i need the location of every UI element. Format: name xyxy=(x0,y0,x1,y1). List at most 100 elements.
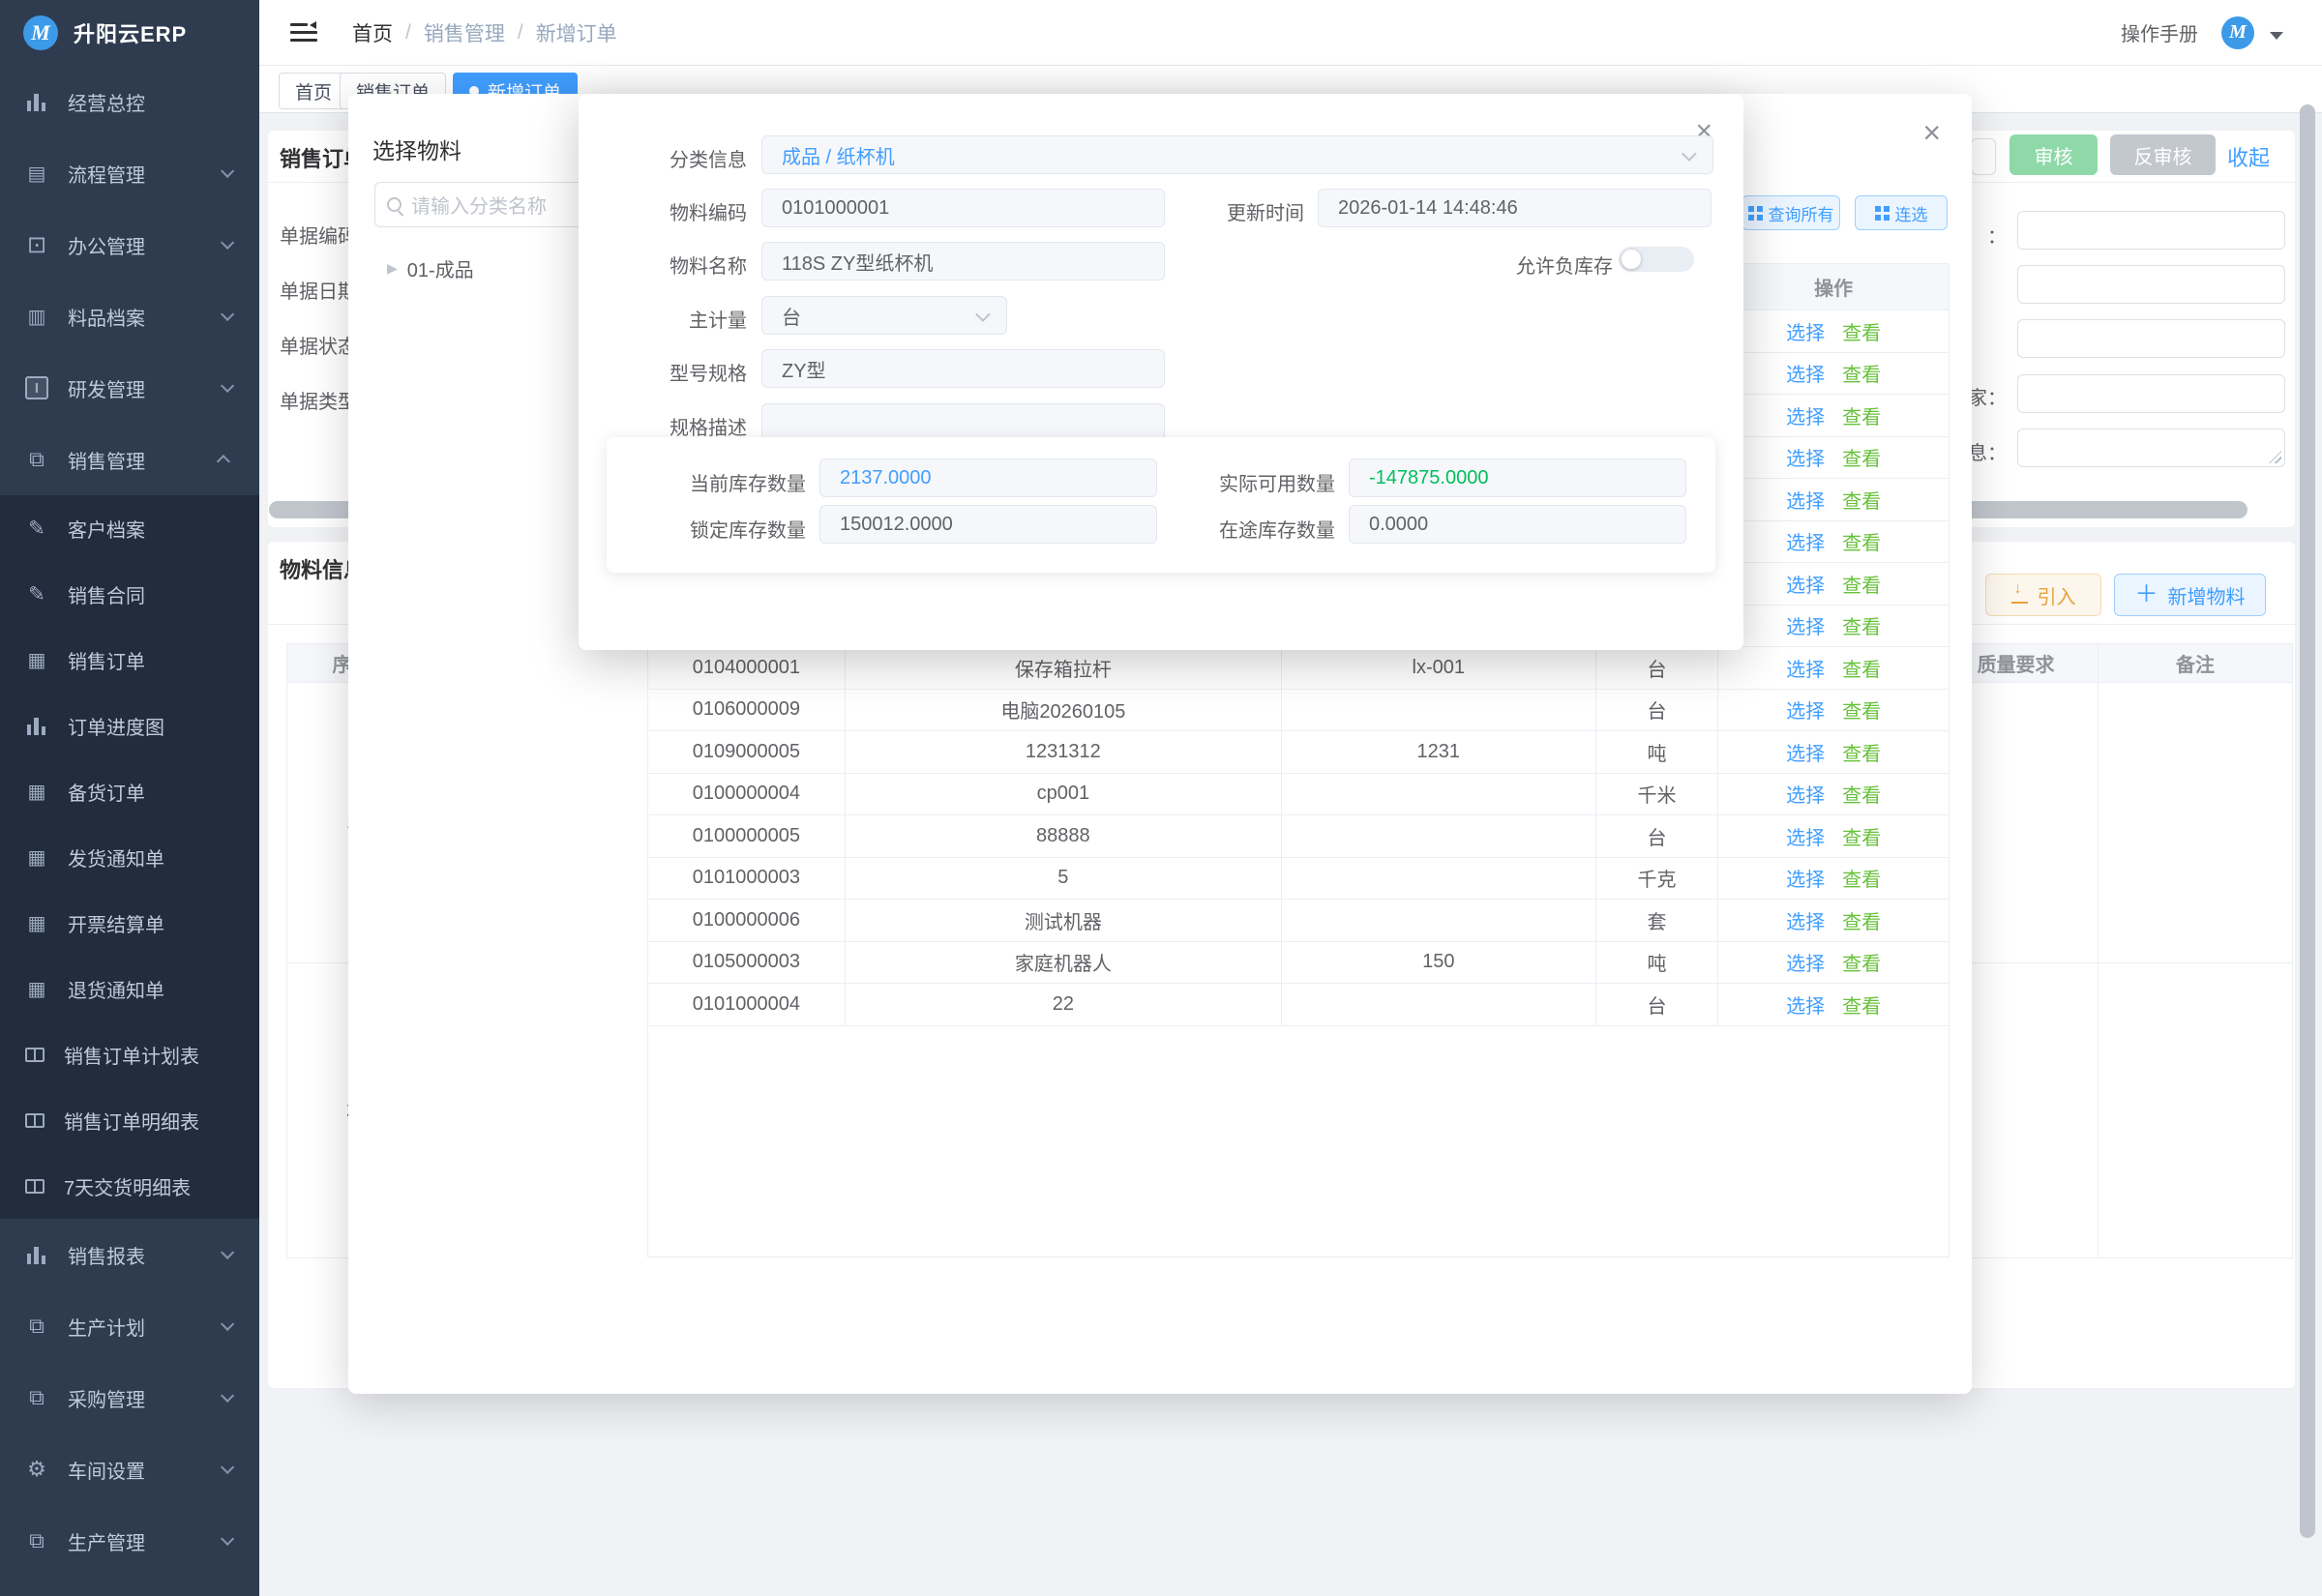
sidebar-item-生产计划[interactable]: 生产计划 xyxy=(0,1290,259,1362)
specdesc-input[interactable] xyxy=(761,403,1165,442)
picker-row[interactable]: 010100000422台选择查看 xyxy=(648,984,1949,1026)
sidebar-item-发货通知单[interactable]: 发货通知单 xyxy=(0,824,259,890)
sidebar-item-销售订单[interactable]: 销售订单 xyxy=(0,627,259,693)
user-menu-caret-icon[interactable] xyxy=(2270,32,2283,40)
select-link[interactable]: 选择 xyxy=(1786,822,1825,850)
view-link[interactable]: 查看 xyxy=(1842,570,1881,598)
sidebar-item-hidden[interactable] xyxy=(0,1577,259,1596)
select-link[interactable]: 选择 xyxy=(1786,695,1825,724)
close-icon[interactable]: × xyxy=(1922,117,1941,148)
view-link[interactable]: 查看 xyxy=(1842,780,1881,808)
select-link[interactable]: 选择 xyxy=(1786,486,1825,514)
right-form-input[interactable] xyxy=(2017,265,2285,304)
picker-row[interactable]: 01010000035千克选择查看 xyxy=(648,858,1949,901)
sidebar-item-办公管理[interactable]: 办公管理 xyxy=(0,209,259,281)
vertical-scrollbar-thumb[interactable] xyxy=(2300,104,2315,1538)
updated-input[interactable]: 2026-01-14 14:48:46 xyxy=(1318,189,1712,227)
picker-row[interactable]: 0104000001保存箱拉杆lx-001台选择查看 xyxy=(648,647,1949,690)
view-link[interactable]: 查看 xyxy=(1842,695,1881,724)
breadcrumb-item[interactable]: 首页 xyxy=(352,18,393,47)
collapse-sidebar-icon[interactable] xyxy=(290,22,317,44)
select-link[interactable]: 选择 xyxy=(1786,864,1825,892)
select-link[interactable]: 选择 xyxy=(1786,401,1825,429)
view-link[interactable]: 查看 xyxy=(1842,822,1881,850)
right-form-input[interactable] xyxy=(2017,211,2285,250)
add-material-button[interactable]: ＋ 新增物料 xyxy=(2114,574,2266,616)
select-link[interactable]: 选择 xyxy=(1786,359,1825,387)
select-link[interactable]: 选择 xyxy=(1786,906,1825,934)
multi-select-button[interactable]: 连选 xyxy=(1855,195,1948,230)
available-stock-input[interactable]: -147875.0000 xyxy=(1349,458,1686,497)
audit-button[interactable]: 审核 xyxy=(2009,134,2098,175)
category-select[interactable]: 成品 / 纸杯机 xyxy=(761,135,1713,174)
sidebar-item-料品档案[interactable]: 料品档案 xyxy=(0,281,259,352)
select-link[interactable]: 选择 xyxy=(1786,443,1825,471)
locked-stock-input[interactable]: 150012.0000 xyxy=(819,505,1157,544)
select-link[interactable]: 选择 xyxy=(1786,570,1825,598)
sidebar-item-销售管理[interactable]: 销售管理 xyxy=(0,424,259,495)
manual-link[interactable]: 操作手册 xyxy=(2121,18,2198,46)
view-link[interactable]: 查看 xyxy=(1842,611,1881,639)
collapse-link[interactable]: 收起 xyxy=(2227,141,2270,172)
view-link[interactable]: 查看 xyxy=(1842,527,1881,555)
sidebar-item-销售合同[interactable]: 销售合同 xyxy=(0,561,259,627)
unaudit-button[interactable]: 反审核 xyxy=(2110,134,2216,175)
sidebar-item-研发管理[interactable]: 研发管理 xyxy=(0,352,259,424)
sidebar-item-7天交货明细表[interactable]: 7天交货明细表 xyxy=(0,1153,259,1219)
sidebar-item-订单进度图[interactable]: 订单进度图 xyxy=(0,693,259,758)
sidebar-item-退货通知单[interactable]: 退货通知单 xyxy=(0,956,259,1021)
picker-row[interactable]: 0106000009电脑20260105台选择查看 xyxy=(648,690,1949,732)
sidebar-item-备货订单[interactable]: 备货订单 xyxy=(0,758,259,824)
right-form-textarea[interactable] xyxy=(2017,429,2285,467)
order-header-input-fragment[interactable] xyxy=(1971,138,1996,175)
sidebar-item-销售订单明细表[interactable]: 销售订单明细表 xyxy=(0,1087,259,1153)
view-link[interactable]: 查看 xyxy=(1842,486,1881,514)
sidebar-item-流程管理[interactable]: 流程管理 xyxy=(0,137,259,209)
select-link[interactable]: 选择 xyxy=(1786,990,1825,1019)
view-link[interactable]: 查看 xyxy=(1842,317,1881,345)
sidebar-item-客户档案[interactable]: 客户档案 xyxy=(0,495,259,561)
view-link[interactable]: 查看 xyxy=(1842,443,1881,471)
picker-row[interactable]: 0105000003家庭机器人150吨选择查看 xyxy=(648,942,1949,985)
view-link[interactable]: 查看 xyxy=(1842,738,1881,766)
avatar[interactable]: M xyxy=(2221,16,2254,49)
code-input[interactable]: 0101000001 xyxy=(761,189,1165,227)
picker-row[interactable]: 010900000512313121231吨选择查看 xyxy=(648,731,1949,774)
sidebar-item-经营总控[interactable]: 经营总控 xyxy=(0,66,259,137)
sidebar-item-销售报表[interactable]: 销售报表 xyxy=(0,1219,259,1290)
view-link[interactable]: 查看 xyxy=(1842,359,1881,387)
import-button[interactable]: 引入 xyxy=(1985,574,2101,616)
select-link[interactable]: 选择 xyxy=(1786,317,1825,345)
transit-stock-input[interactable]: 0.0000 xyxy=(1349,505,1686,544)
picker-row[interactable]: 010000000588888台选择查看 xyxy=(648,815,1949,858)
view-link[interactable]: 查看 xyxy=(1842,906,1881,934)
sidebar-item-生产管理[interactable]: 生产管理 xyxy=(0,1505,259,1577)
view-link[interactable]: 查看 xyxy=(1842,990,1881,1019)
select-link[interactable]: 选择 xyxy=(1786,780,1825,808)
current-stock-input[interactable]: 2137.0000 xyxy=(819,458,1157,497)
view-link[interactable]: 查看 xyxy=(1842,654,1881,682)
select-link[interactable]: 选择 xyxy=(1786,948,1825,976)
sidebar-item-销售订单计划表[interactable]: 销售订单计划表 xyxy=(0,1021,259,1087)
tab-首页[interactable]: 首页 xyxy=(279,73,348,109)
unit-select[interactable]: 台 xyxy=(761,296,1007,335)
query-all-button[interactable]: 查询所有 xyxy=(1742,195,1840,230)
name-input[interactable]: 118S ZY型纸杯机 xyxy=(761,242,1165,281)
view-link[interactable]: 查看 xyxy=(1842,864,1881,892)
right-form-input[interactable] xyxy=(2017,319,2285,358)
picker-row[interactable]: 0100000004cp001千米选择查看 xyxy=(648,774,1949,816)
select-link[interactable]: 选择 xyxy=(1786,527,1825,555)
sidebar-item-采购管理[interactable]: 采购管理 xyxy=(0,1362,259,1433)
sidebar-item-开票结算单[interactable]: 开票结算单 xyxy=(0,890,259,956)
select-link[interactable]: 选择 xyxy=(1786,654,1825,682)
tree-node-finished-goods[interactable]: ▶ 01-成品 xyxy=(387,254,474,282)
select-link[interactable]: 选择 xyxy=(1786,738,1825,766)
sidebar-item-车间设置[interactable]: 车间设置 xyxy=(0,1433,259,1505)
select-link[interactable]: 选择 xyxy=(1786,611,1825,639)
view-link[interactable]: 查看 xyxy=(1842,401,1881,429)
negative-stock-toggle[interactable] xyxy=(1619,247,1694,272)
picker-row[interactable]: 0100000006测试机器套选择查看 xyxy=(648,900,1949,942)
right-form-input[interactable] xyxy=(2017,374,2285,413)
model-input[interactable]: ZY型 xyxy=(761,349,1165,388)
view-link[interactable]: 查看 xyxy=(1842,948,1881,976)
